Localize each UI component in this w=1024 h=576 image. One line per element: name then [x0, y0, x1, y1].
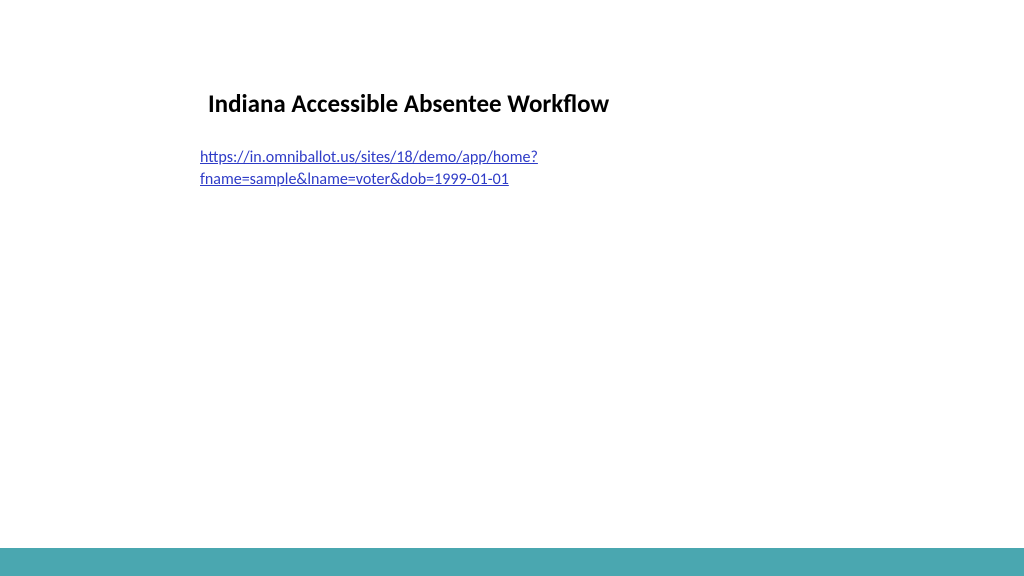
- demo-url-link[interactable]: https://in.omniballot.us/sites/18/demo/a…: [200, 147, 740, 192]
- slide-title: Indiana Accessible Absentee Workflow: [200, 88, 820, 119]
- bottom-accent-bar: [0, 548, 1024, 576]
- slide-content: Indiana Accessible Absentee Workflow htt…: [200, 88, 820, 192]
